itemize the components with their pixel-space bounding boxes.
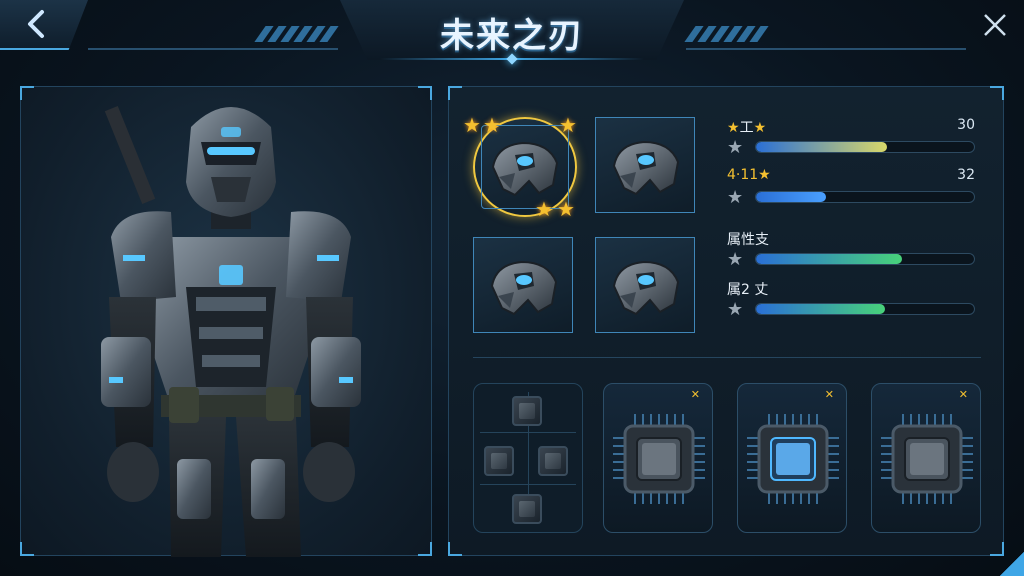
chip-grid-slot	[473, 383, 583, 533]
header-rail-right	[686, 48, 966, 50]
mini-chip-top[interactable]	[512, 396, 542, 426]
stat-row-1: ★工★ 30 ★	[727, 117, 979, 167]
star-icon: ★	[463, 113, 481, 137]
stat-bar	[755, 191, 975, 203]
equipment-slot-3[interactable]	[473, 237, 573, 333]
armor-piece-icon	[606, 252, 686, 322]
stat-bar	[755, 303, 975, 315]
equipment-slot-4[interactable]	[595, 237, 695, 333]
stat-label: 4·11★	[727, 167, 771, 183]
module-slot-3[interactable]: ✕	[871, 383, 981, 533]
star-icon: ★	[483, 113, 501, 137]
character-panel	[20, 86, 432, 557]
star-icon: ★	[727, 299, 744, 320]
header: 未来之刃	[0, 0, 1024, 70]
module-slot-2[interactable]: ✕	[737, 383, 847, 533]
equipment-slot-2[interactable]	[595, 117, 695, 213]
star-icon: ★	[557, 197, 575, 221]
microchip-icon	[743, 404, 843, 514]
stat-row-3: 属性支 ★	[727, 229, 979, 279]
armored-soldier-portrait	[101, 106, 361, 557]
star-icon: ★	[535, 197, 553, 221]
stat-label: 属性支	[727, 232, 769, 248]
corner-accent	[1000, 552, 1024, 576]
stat-value: 32	[957, 167, 975, 183]
star-icon: ★	[559, 113, 577, 137]
microchip-icon	[609, 404, 709, 514]
header-stripes-left	[254, 26, 340, 42]
header-rail-left	[88, 48, 338, 50]
stat-row-4: 属2 丈 ★	[727, 279, 979, 329]
back-button[interactable]	[0, 0, 88, 50]
module-marker: ✕	[824, 388, 834, 401]
stat-label: 属2 丈	[727, 282, 769, 298]
stat-bar	[755, 141, 975, 153]
armor-piece-icon	[484, 252, 564, 322]
module-slot-1[interactable]: ✕	[603, 383, 713, 533]
star-icon: ★	[727, 249, 744, 270]
module-marker: ✕	[690, 388, 700, 401]
star-icon: ★	[727, 187, 744, 208]
armor-piece-icon	[485, 133, 565, 203]
module-marker: ✕	[958, 388, 968, 401]
equipment-panel: ★ ★ ★ ★ ★ ★工★ 30 ★ 4·11★ 32 ★ 属性支 ★ 属2 丈…	[448, 86, 1004, 556]
stat-label: ★工★	[727, 120, 767, 136]
close-icon[interactable]	[982, 12, 1008, 38]
stat-row-2: 4·11★ 32 ★	[727, 167, 979, 217]
armor-piece-icon	[606, 132, 686, 202]
mini-chip-right[interactable]	[538, 446, 568, 476]
mini-chip-bottom[interactable]	[512, 494, 542, 524]
mini-chip-left[interactable]	[484, 446, 514, 476]
page-title: 未来之刃	[440, 16, 584, 56]
section-divider	[473, 357, 981, 358]
header-stripes-right	[684, 26, 770, 42]
stat-value: 30	[957, 117, 975, 133]
back-chevron-icon	[28, 10, 44, 38]
stat-bar	[755, 253, 975, 265]
microchip-icon	[877, 404, 977, 514]
star-icon: ★	[727, 137, 744, 158]
